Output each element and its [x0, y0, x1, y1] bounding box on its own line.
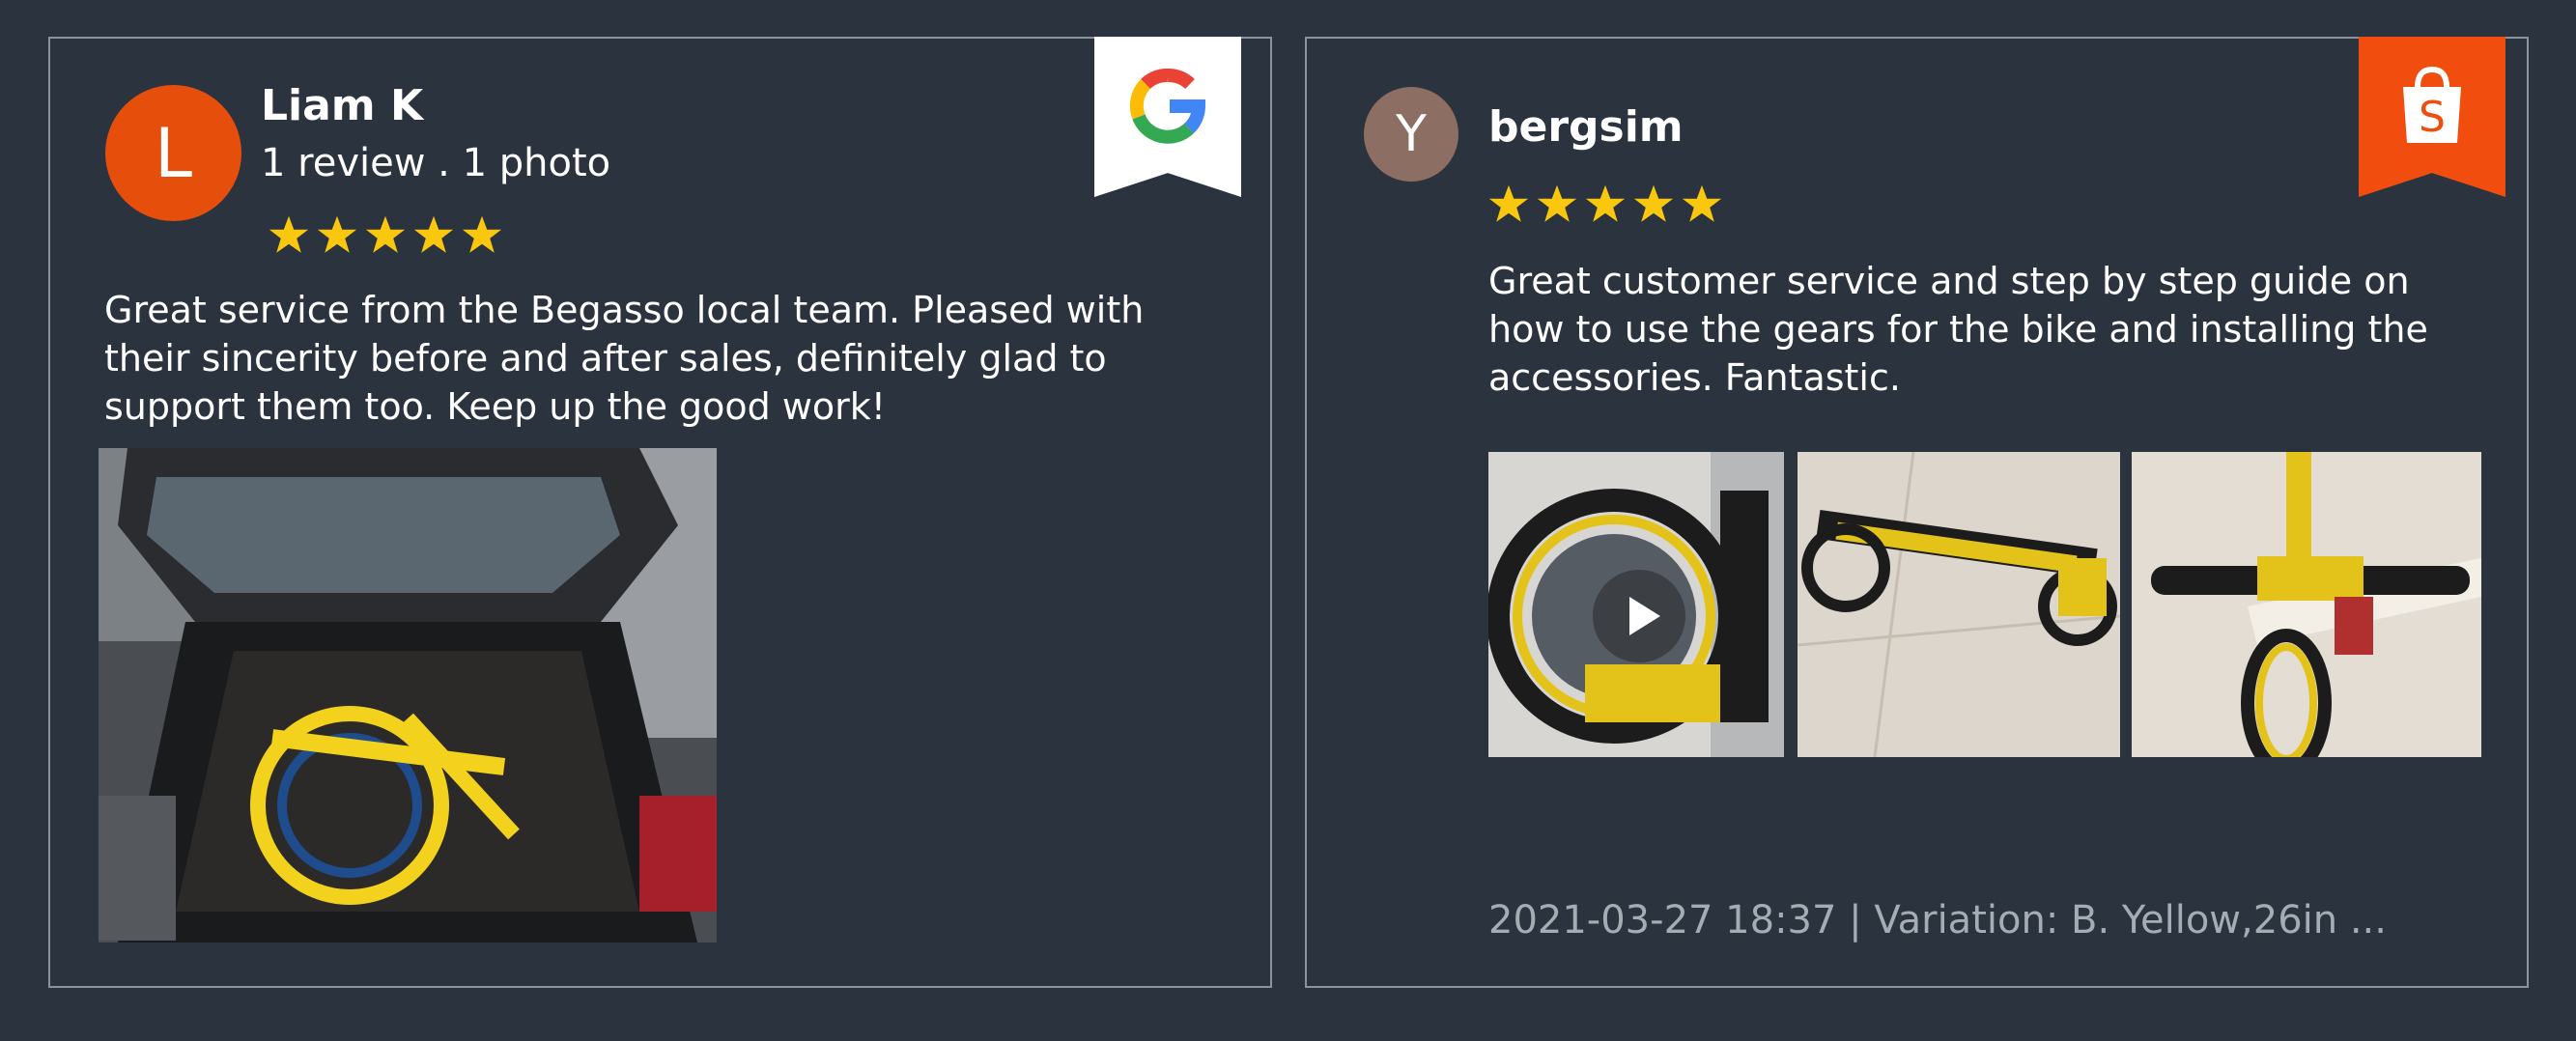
- star-icon: [1537, 184, 1577, 222]
- avatar[interactable]: L: [105, 85, 241, 221]
- svg-text:S: S: [2419, 93, 2446, 142]
- star-icon: [1488, 184, 1529, 222]
- review-photo[interactable]: [99, 448, 717, 943]
- review-photo[interactable]: [2132, 452, 2481, 757]
- star-icon: [365, 215, 406, 253]
- reviewer-name[interactable]: bergsim: [1488, 102, 1684, 152]
- shopee-badge: S: [2359, 37, 2505, 197]
- star-icon: [1682, 184, 1722, 222]
- google-review-card: L Liam K 1 review . 1 photo Great servic…: [48, 37, 1272, 988]
- shopee-review-card: S Y bergsim Great customer service and s…: [1305, 37, 2529, 988]
- bicycle-handlebar-image: [2132, 452, 2481, 757]
- review-photo[interactable]: [1798, 452, 2120, 757]
- star-icon: [462, 215, 502, 253]
- bicycle-frame-image: [1798, 452, 2120, 757]
- star-icon: [1585, 184, 1626, 222]
- play-icon[interactable]: [1593, 570, 1685, 662]
- car-trunk-bicycle-image: [99, 448, 717, 943]
- review-text: Great service from the Begasso local tea…: [104, 289, 1145, 428]
- review-text: Great customer service and step by step …: [1488, 260, 2428, 399]
- review-date-variation: 2021-03-27 18:37 | Variation: B. Yellow,…: [1488, 898, 2387, 943]
- review-video-thumbnail[interactable]: [1488, 452, 1784, 757]
- reviewer-name[interactable]: Liam K: [261, 81, 423, 130]
- star-rating: [269, 214, 502, 255]
- google-badge: [1094, 37, 1241, 197]
- star-icon: [269, 215, 309, 253]
- star-rating: [1488, 183, 1722, 224]
- reviewer-meta: 1 review . 1 photo: [261, 141, 611, 185]
- google-logo-icon: [1129, 69, 1206, 144]
- star-icon: [413, 215, 454, 253]
- shopee-bag-icon: S: [2403, 66, 2461, 143]
- star-icon: [317, 215, 357, 253]
- star-icon: [1633, 184, 1674, 222]
- avatar[interactable]: Y: [1364, 87, 1458, 182]
